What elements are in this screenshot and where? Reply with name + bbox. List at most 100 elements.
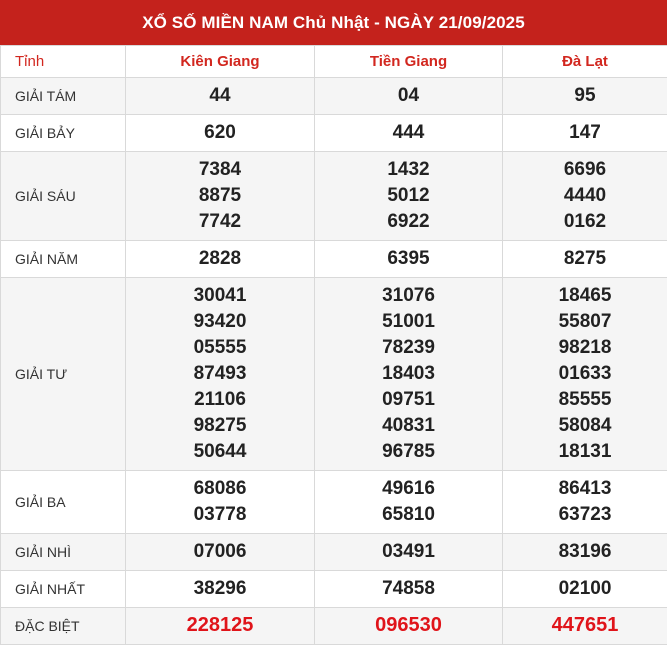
prize-number: 51001 xyxy=(315,309,502,335)
prize-values-cell: 02100 xyxy=(503,571,667,608)
prize-number: 02100 xyxy=(503,576,667,602)
prize-number: 65810 xyxy=(315,502,502,528)
prize-number: 6696 xyxy=(503,157,667,183)
prize-number: 18131 xyxy=(503,439,667,465)
prize-number: 30041 xyxy=(126,283,314,309)
prize-values-cell: 31076510017823918403097514083196785 xyxy=(315,278,503,471)
prize-number: 31076 xyxy=(315,283,502,309)
prize-values-cell: 74858 xyxy=(315,571,503,608)
prize-number: 228125 xyxy=(126,613,314,639)
prize-number: 83196 xyxy=(503,539,667,565)
prize-number: 78239 xyxy=(315,335,502,361)
prize-number: 03778 xyxy=(126,502,314,528)
prize-values-cell: 669644400162 xyxy=(503,152,667,241)
prize-values-cell: 04 xyxy=(315,78,503,115)
prize-number: 85555 xyxy=(503,387,667,413)
prize-number: 2828 xyxy=(126,246,314,272)
prize-values-cell: 18465558079821801633855555808418131 xyxy=(503,278,667,471)
prize-row: GIẢI NĂM282863958275 xyxy=(1,241,667,278)
prize-number: 444 xyxy=(315,120,502,146)
prize-number: 07006 xyxy=(126,539,314,565)
prize-row: GIẢI SÁU73848875774214325012692266964440… xyxy=(1,152,667,241)
prize-number: 38296 xyxy=(126,576,314,602)
prize-values-cell: 4961665810 xyxy=(315,471,503,534)
prize-values-cell: 738488757742 xyxy=(126,152,315,241)
prize-number: 6922 xyxy=(315,209,502,235)
prize-number: 18403 xyxy=(315,361,502,387)
prize-number: 09751 xyxy=(315,387,502,413)
prize-number: 5012 xyxy=(315,183,502,209)
prize-number: 04 xyxy=(315,83,502,109)
prize-values-cell: 143250126922 xyxy=(315,152,503,241)
results-page: XỔ SỐ MIỀN NAM Chủ Nhật - NGÀY 21/09/202… xyxy=(0,0,667,643)
prize-number: 03491 xyxy=(315,539,502,565)
prize-label: GIẢI BẢY xyxy=(1,115,126,152)
prize-values-cell: 620 xyxy=(126,115,315,152)
prize-values-cell: 07006 xyxy=(126,534,315,571)
prize-values-cell: 8641363723 xyxy=(503,471,667,534)
prize-number: 01633 xyxy=(503,361,667,387)
prize-values-cell: 147 xyxy=(503,115,667,152)
prize-label: GIẢI SÁU xyxy=(1,152,126,241)
prize-number: 21106 xyxy=(126,387,314,413)
prize-number: 147 xyxy=(503,120,667,146)
prize-label: GIẢI BA xyxy=(1,471,126,534)
prize-number: 7384 xyxy=(126,157,314,183)
prize-number: 6395 xyxy=(315,246,502,272)
province-name[interactable]: Kiên Giang xyxy=(126,46,315,78)
prize-number: 68086 xyxy=(126,476,314,502)
prize-number: 18465 xyxy=(503,283,667,309)
prize-values-cell: 03491 xyxy=(315,534,503,571)
prize-number: 05555 xyxy=(126,335,314,361)
prize-number: 8275 xyxy=(503,246,667,272)
prize-values-cell: 83196 xyxy=(503,534,667,571)
prize-values-cell: 447651 xyxy=(503,608,667,645)
prize-number: 447651 xyxy=(503,613,667,639)
results-table: Tỉnh Kiên Giang Tiền Giang Đà Lạt GIẢI T… xyxy=(0,45,667,645)
prize-values-cell: 95 xyxy=(503,78,667,115)
prize-number: 63723 xyxy=(503,502,667,528)
prize-number: 7742 xyxy=(126,209,314,235)
prize-values-cell: 228125 xyxy=(126,608,315,645)
prize-values-cell: 6808603778 xyxy=(126,471,315,534)
prize-number: 0162 xyxy=(503,209,667,235)
prize-row: GIẢI NHẤT382967485802100 xyxy=(1,571,667,608)
prize-label: ĐẶC BIỆT xyxy=(1,608,126,645)
prize-label: GIẢI TÁM xyxy=(1,78,126,115)
prize-number: 096530 xyxy=(315,613,502,639)
prize-row: GIẢI BA680860377849616658108641363723 xyxy=(1,471,667,534)
province-name[interactable]: Tiền Giang xyxy=(315,46,503,78)
prize-number: 8875 xyxy=(126,183,314,209)
prize-number: 1432 xyxy=(315,157,502,183)
prize-number: 87493 xyxy=(126,361,314,387)
prize-number: 50644 xyxy=(126,439,314,465)
prize-number: 74858 xyxy=(315,576,502,602)
prize-values-cell: 6395 xyxy=(315,241,503,278)
page-title: XỔ SỐ MIỀN NAM Chủ Nhật - NGÀY 21/09/202… xyxy=(0,0,667,45)
province-name[interactable]: Đà Lạt xyxy=(503,46,667,78)
prize-number: 620 xyxy=(126,120,314,146)
prize-number: 58084 xyxy=(503,413,667,439)
prize-number: 95 xyxy=(503,83,667,109)
prize-row: ĐẶC BIỆT228125096530447651 xyxy=(1,608,667,645)
prize-number: 86413 xyxy=(503,476,667,502)
prize-label: GIẢI NHẤT xyxy=(1,571,126,608)
prize-label: GIẢI TƯ xyxy=(1,278,126,471)
prize-values-cell: 30041934200555587493211069827550644 xyxy=(126,278,315,471)
prize-values-cell: 444 xyxy=(315,115,503,152)
prize-number: 98275 xyxy=(126,413,314,439)
prize-values-cell: 44 xyxy=(126,78,315,115)
prize-number: 93420 xyxy=(126,309,314,335)
prize-label: GIẢI NHÌ xyxy=(1,534,126,571)
prize-number: 96785 xyxy=(315,439,502,465)
prize-row: GIẢI TÁM440495 xyxy=(1,78,667,115)
prize-number: 55807 xyxy=(503,309,667,335)
prize-row: GIẢI BẢY620444147 xyxy=(1,115,667,152)
prize-values-cell: 096530 xyxy=(315,608,503,645)
prize-label: GIẢI NĂM xyxy=(1,241,126,278)
prize-values-cell: 8275 xyxy=(503,241,667,278)
prize-number: 98218 xyxy=(503,335,667,361)
prize-number: 4440 xyxy=(503,183,667,209)
prize-number: 49616 xyxy=(315,476,502,502)
prize-number: 40831 xyxy=(315,413,502,439)
